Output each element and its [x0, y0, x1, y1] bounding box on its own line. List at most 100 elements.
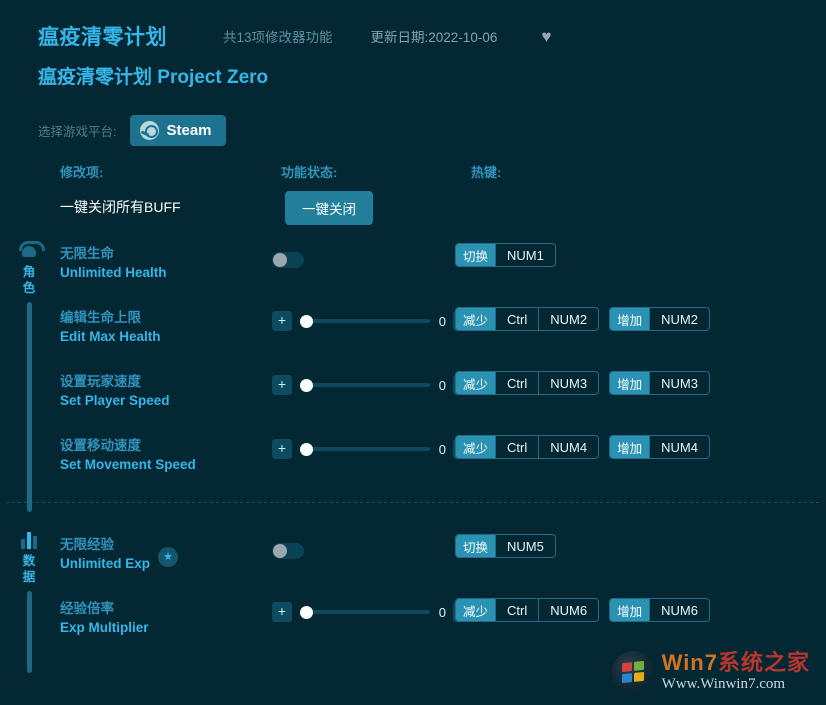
site-watermark: Win7系统之家 Www.Winwin7.com — [612, 651, 810, 693]
platform-selector-row: 选择游戏平台: Steam — [38, 114, 826, 146]
toggle-knob — [273, 544, 287, 558]
sections-container: 角色无限生命Unlimited Health切换NUM1编辑生命上限Edit M… — [0, 232, 826, 651]
hotkey-key: NUM2 — [538, 308, 598, 330]
hotkey-binding[interactable]: 增加NUM4 — [609, 435, 710, 459]
slider-knob[interactable] — [300, 443, 313, 456]
hotkey-key: Ctrl — [495, 308, 538, 330]
mod-names: 经验倍率Exp Multiplier — [60, 599, 149, 637]
hotkey-group-container: 切换NUM1 — [455, 243, 556, 267]
app-header: 瘟疫清零计划 共13项修改器功能 更新日期:2022-10-06 ♥ 瘟疫清零计… — [0, 0, 826, 100]
hotkey-binding[interactable]: 增加NUM6 — [609, 598, 710, 622]
hotkey-action-label: 增加 — [610, 599, 649, 621]
mod-name-stack: 无限生命Unlimited Health — [60, 244, 167, 282]
favorite-heart-icon[interactable]: ♥ — [541, 28, 551, 45]
hotkey-key: Ctrl — [495, 599, 538, 621]
slider-knob[interactable] — [300, 315, 313, 328]
platform-steam-label: Steam — [166, 122, 211, 139]
hotkey-key: NUM4 — [538, 436, 598, 458]
slider-increase-button[interactable]: + — [272, 311, 292, 331]
hotkey-group-container: 减少CtrlNUM6增加NUM6 — [455, 598, 710, 622]
platform-steam-button[interactable]: Steam — [130, 115, 225, 146]
hotkey-action-label: 减少 — [456, 372, 495, 394]
hotkey-key: NUM6 — [649, 599, 709, 621]
slider-value: 0 — [438, 314, 446, 329]
section-1: 角色无限生命Unlimited Health切换NUM1编辑生命上限Edit M… — [0, 232, 826, 488]
hotkey-binding[interactable]: 切换NUM1 — [455, 243, 556, 267]
slider-rail — [300, 447, 430, 451]
column-header-hotkey: 热键: — [471, 162, 501, 181]
section-rows: 无限生命Unlimited Health 切换NUM1 编辑生命上限Edit Max… — [0, 232, 826, 488]
watermark-title: Win7系统之家 — [662, 651, 810, 675]
one-key-disable-row: 一键关闭所有BUFF 一键关闭 — [0, 188, 826, 232]
hotkey-group-container: 减少CtrlNUM3 增加NUM3 — [455, 371, 710, 395]
hotkey-key: NUM1 — [495, 244, 555, 266]
hotkey-binding[interactable]: 减少CtrlNUM4 — [455, 435, 599, 459]
slider-group: +0− — [272, 373, 473, 397]
slider-increase-button[interactable]: + — [272, 375, 292, 395]
slider-group: +0− — [272, 437, 473, 461]
mod-row: 设置玩家速度Set Player Speed +0−减少CtrlNUM3 增加NUM… — [0, 360, 826, 424]
slider-track[interactable] — [300, 439, 430, 459]
slider-increase-button[interactable]: + — [272, 439, 292, 459]
mod-name-en: Unlimited Health — [60, 263, 167, 282]
mod-names: 无限生命Unlimited Health — [60, 244, 167, 282]
hotkey-key: NUM5 — [495, 535, 555, 557]
slider-rail — [300, 319, 430, 323]
slider-knob[interactable] — [300, 379, 313, 392]
mod-name-cn: 编辑生命上限 — [60, 308, 161, 327]
mod-name-cn: 经验倍率 — [60, 599, 149, 618]
mod-name-stack: 设置移动速度Set Movement Speed — [60, 436, 196, 474]
slider-increase-button[interactable]: + — [272, 602, 292, 622]
mod-name-stack: 经验倍率Exp Multiplier — [60, 599, 149, 637]
slider-knob[interactable] — [300, 606, 313, 619]
platform-label: 选择游戏平台: — [38, 121, 116, 140]
game-title-full: 瘟疫清零计划 Project Zero — [38, 62, 826, 89]
hotkey-action-label: 切换 — [456, 535, 495, 557]
mod-name-cn: 设置移动速度 — [60, 436, 196, 455]
hotkey-binding[interactable]: 减少CtrlNUM6 — [455, 598, 599, 622]
hotkey-group-container: 切换NUM5 — [455, 534, 556, 558]
hotkey-key: NUM6 — [538, 599, 598, 621]
hotkey-action-label: 切换 — [456, 244, 495, 266]
mod-row: 设置移动速度Set Movement Speed+0−减少CtrlNUM4增加N… — [0, 424, 826, 488]
hotkey-action-label: 增加 — [610, 308, 649, 330]
feature-toggle[interactable] — [272, 252, 304, 268]
slider-track[interactable] — [300, 311, 430, 331]
mod-name-en: Unlimited Exp — [60, 554, 150, 573]
mod-name-stack: 设置玩家速度Set Player Speed — [60, 372, 170, 410]
column-headers: 修改项: 功能状态: 热键: — [0, 162, 826, 188]
mod-name-cn: 无限经验 — [60, 535, 150, 554]
slider-group: +0− — [272, 600, 473, 624]
hotkey-key: NUM3 — [649, 372, 709, 394]
one-key-disable-button[interactable]: 一键关闭 — [285, 191, 373, 225]
hotkey-action-label: 减少 — [456, 308, 495, 330]
section-rows: 无限经验Unlimited Exp★ 切换NUM5 经验倍率Exp Multipli… — [0, 523, 826, 651]
update-date: 更新日期:2022-10-06 — [371, 26, 498, 46]
watermark-title-part2: 系统之家 — [718, 650, 810, 675]
mod-names: 编辑生命上限Edit Max Health — [60, 308, 161, 346]
mod-row: 经验倍率Exp Multiplier+0−减少CtrlNUM6增加NUM6 — [0, 587, 826, 651]
mod-name-cn: 设置玩家速度 — [60, 372, 170, 391]
mod-name-cn: 无限生命 — [60, 244, 167, 263]
feature-toggle[interactable] — [272, 543, 304, 559]
watermark-url: Www.Winwin7.com — [662, 675, 810, 693]
toggle-knob — [273, 253, 287, 267]
mod-row: 无限生命Unlimited Health 切换NUM1 — [0, 232, 826, 296]
mod-name-en: Exp Multiplier — [60, 618, 149, 637]
hotkey-binding[interactable]: 切换NUM5 — [455, 534, 556, 558]
slider-track[interactable] — [300, 602, 430, 622]
hotkey-binding[interactable]: 减少CtrlNUM3 — [455, 371, 599, 395]
hotkey-action-label: 增加 — [610, 372, 649, 394]
mod-names: 设置移动速度Set Movement Speed — [60, 436, 196, 474]
feature-count: 共13项修改器功能 — [223, 26, 333, 46]
hotkey-action-label: 减少 — [456, 436, 495, 458]
mod-names: 无限经验Unlimited Exp★ — [60, 535, 178, 573]
hotkey-action-label: 减少 — [456, 599, 495, 621]
hotkey-action-label: 增加 — [610, 436, 649, 458]
hotkey-binding[interactable]: 增加NUM3 — [609, 371, 710, 395]
section-2: 数据无限经验Unlimited Exp★切换NUM5经验倍率Exp Multip… — [0, 523, 826, 651]
hotkey-binding[interactable]: 增加NUM2 — [609, 307, 710, 331]
slider-track[interactable] — [300, 375, 430, 395]
hotkey-binding[interactable]: 减少CtrlNUM2 — [455, 307, 599, 331]
slider-value: 0 — [438, 442, 446, 457]
